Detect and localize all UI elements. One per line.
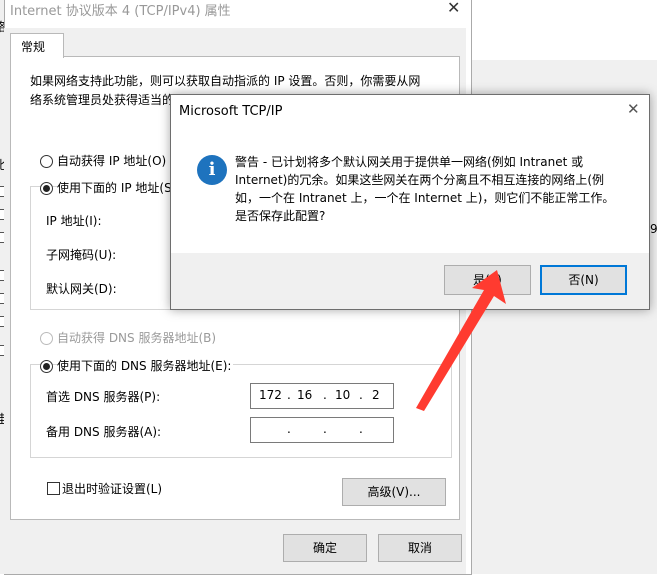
dialog-title: Internet 协议版本 4 (TCP/IPv4) 属性 bbox=[10, 4, 231, 19]
manual-ip-label: 使用下面的 IP 地址(S bbox=[57, 179, 174, 196]
close-icon[interactable]: ✕ bbox=[447, 0, 460, 17]
background-cut-text: 9 bbox=[650, 222, 657, 236]
ip-octet: 2 bbox=[372, 388, 380, 402]
ip-address-label: IP 地址(I): bbox=[46, 214, 102, 228]
no-button[interactable]: 否(N) bbox=[540, 265, 627, 295]
ip-octet: 172 bbox=[259, 388, 282, 402]
auto-dns-radio[interactable] bbox=[40, 332, 53, 345]
yes-button-label: 是(Y) bbox=[473, 273, 502, 287]
ip-dot: . bbox=[359, 388, 363, 402]
manual-dns-radio[interactable] bbox=[40, 360, 53, 373]
manual-dns-label: 使用下面的 DNS 服务器地址(E): bbox=[57, 357, 234, 374]
no-button-label: 否(N) bbox=[568, 273, 599, 287]
cancel-button[interactable]: 取消 bbox=[378, 534, 462, 562]
ip-dot: . bbox=[359, 422, 363, 436]
auto-dns-label: 自动获得 DNS 服务器地址(B) bbox=[57, 331, 217, 345]
modal-message: 警告 - 已计划将多个默认网关用于提供单一网络(例如 Intranet 或 In… bbox=[235, 153, 615, 225]
dns-settings-group bbox=[30, 364, 452, 458]
auto-ip-radio[interactable] bbox=[40, 155, 53, 168]
ok-button-label: 确定 bbox=[312, 541, 337, 555]
validate-on-exit-label: 退出时验证设置(L) bbox=[62, 482, 163, 496]
auto-ip-label: 自动获得 IP 地址(O) bbox=[57, 154, 167, 168]
preferred-dns-input[interactable]: 172 . 16 . 10 . 2 bbox=[250, 383, 394, 409]
description-line: 如果网络支持此功能，则可以获取自动指派的 IP 设置。否则，你需要从网 bbox=[30, 74, 421, 88]
tab-general[interactable]: 常规 bbox=[10, 33, 64, 58]
validate-on-exit-checkbox[interactable] bbox=[47, 482, 60, 495]
ip-dot: . bbox=[287, 388, 291, 402]
yes-button[interactable]: 是(Y) bbox=[444, 265, 531, 295]
ip-dot: . bbox=[287, 422, 291, 436]
warning-modal: Microsoft TCP/IP ✕ i 警告 - 已计划将多个默认网关用于提供… bbox=[170, 94, 650, 310]
advanced-button-label: 高级(V)... bbox=[367, 485, 421, 499]
ip-octet: 16 bbox=[297, 388, 313, 402]
ip-octet: 10 bbox=[335, 388, 351, 402]
ip-dot: . bbox=[323, 388, 327, 402]
preferred-dns-label: 首选 DNS 服务器(P): bbox=[46, 390, 161, 404]
alternate-dns-input[interactable]: . . . bbox=[250, 417, 394, 443]
advanced-button[interactable]: 高级(V)... bbox=[342, 478, 446, 506]
ip-dot: . bbox=[323, 422, 327, 436]
subnet-mask-label: 子网掩码(U): bbox=[46, 248, 117, 262]
tab-label: 常规 bbox=[21, 40, 46, 54]
ok-button[interactable]: 确定 bbox=[283, 534, 367, 562]
default-gateway-label: 默认网关(D): bbox=[46, 282, 117, 296]
modal-message-line: 警告 - 已计划将多个默认网关用于提供单一网络(例如 Intranet 或 bbox=[235, 155, 584, 169]
modal-message-line: 如，一个在 Intranet 上，一个在 Internet 上)，则它们不能正常… bbox=[235, 191, 615, 205]
alternate-dns-label: 备用 DNS 服务器(A): bbox=[46, 425, 162, 439]
cancel-button-label: 取消 bbox=[407, 541, 432, 555]
modal-message-line: 是否保存此配置? bbox=[235, 209, 326, 223]
modal-message-line: Internet)的冗余。如果这些网关在两个分离且不相互连接的网络上(例 bbox=[235, 173, 605, 187]
close-icon[interactable]: ✕ bbox=[627, 100, 640, 118]
manual-ip-radio[interactable] bbox=[40, 182, 53, 195]
info-icon: i bbox=[197, 155, 227, 185]
modal-title: Microsoft TCP/IP bbox=[179, 104, 283, 119]
